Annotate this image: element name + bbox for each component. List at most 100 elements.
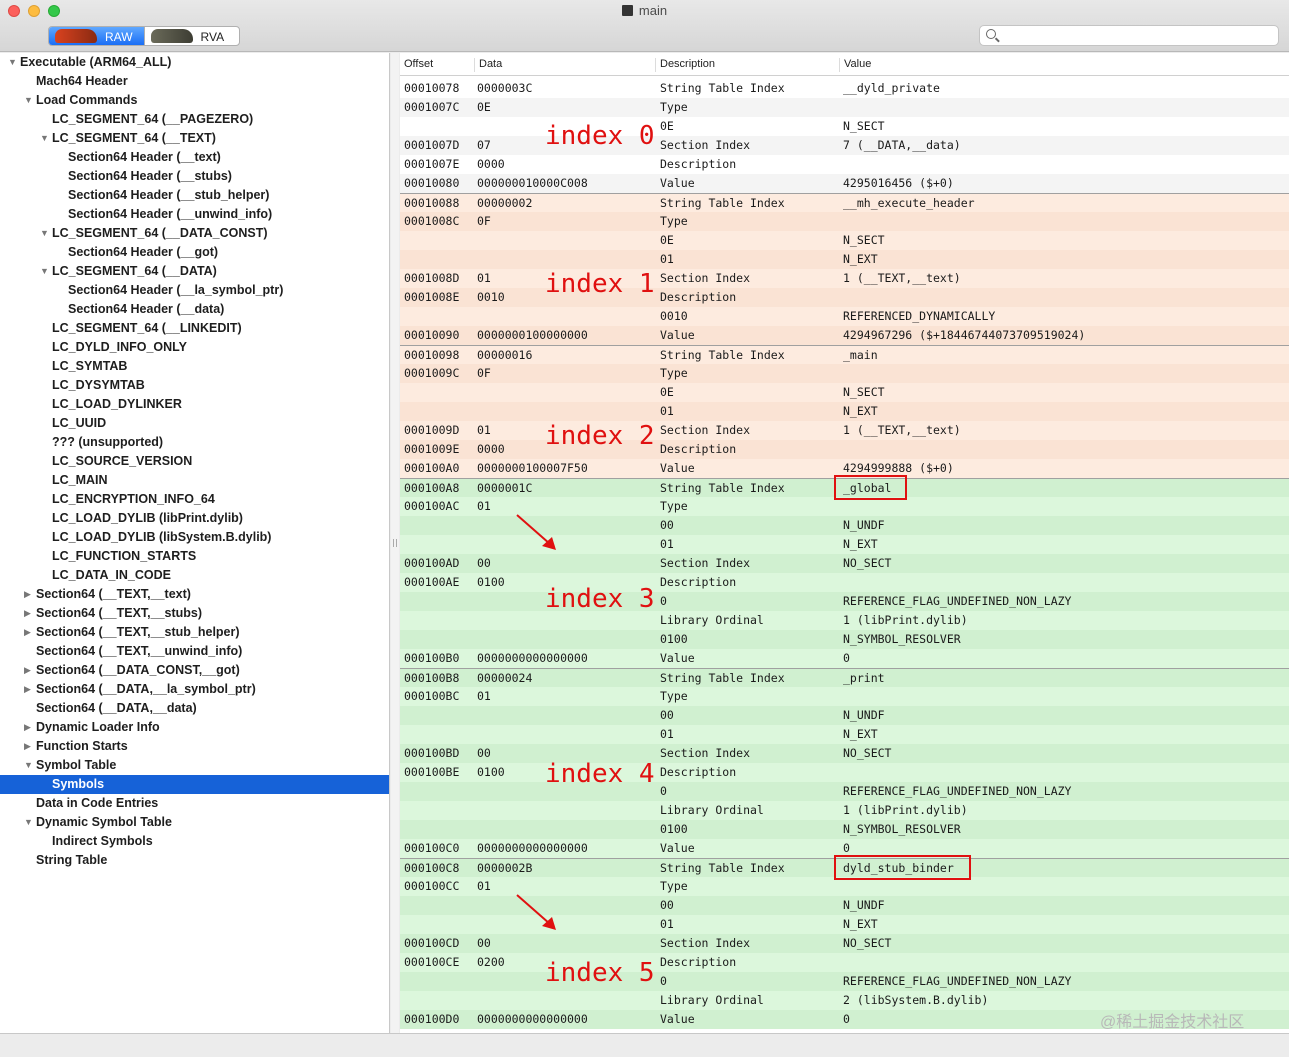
sidebar-item[interactable]: ▶ Section64 (__TEXT,__stubs) xyxy=(0,604,389,623)
sidebar-item[interactable]: Data in Code Entries xyxy=(0,794,389,813)
sidebar-item[interactable]: ▼ Executable (ARM64_ALL) xyxy=(0,53,389,72)
disclosure-closed-icon[interactable]: ▶ xyxy=(24,718,34,737)
sidebar-item[interactable]: ▼ Dynamic Symbol Table xyxy=(0,813,389,832)
disclosure-closed-icon[interactable]: ▶ xyxy=(24,661,34,680)
disclosure-open-icon[interactable]: ▼ xyxy=(40,224,50,243)
table-row[interactable]: 00010078 0000003C String Table Index __dyld… xyxy=(400,79,1289,98)
table-row[interactable]: 0100 N_SYMBOL_RESOLVER xyxy=(400,630,1289,649)
sidebar-item[interactable]: ▶ Section64 (__DATA,__la_symbol_ptr) xyxy=(0,680,389,699)
sidebar-item[interactable]: Section64 Header (__stubs) xyxy=(0,167,389,186)
table-row[interactable]: 01 N_EXT xyxy=(400,725,1289,744)
sidebar-item[interactable]: ▼ LC_SEGMENT_64 (__DATA_CONST) xyxy=(0,224,389,243)
table-row[interactable]: 0001009D 01 Section Index 1 (__TEXT,__text) xyxy=(400,421,1289,440)
table-row[interactable]: Library Ordinal 1 (libPrint.dylib) xyxy=(400,611,1289,630)
table-row[interactable]: 0001008D 01 Section Index 1 (__TEXT,__text) xyxy=(400,269,1289,288)
sidebar-item[interactable]: Mach64 Header xyxy=(0,72,389,91)
sidebar-item[interactable]: LC_LOAD_DYLIB (libSystem.B.dylib) xyxy=(0,528,389,547)
table-row[interactable]: 0 REFERENCE_FLAG_UNDEFINED_NON_LAZY xyxy=(400,592,1289,611)
sidebar-item[interactable]: Symbols xyxy=(0,775,389,794)
table-row[interactable]: 0 REFERENCE_FLAG_UNDEFINED_NON_LAZY xyxy=(400,782,1289,801)
search-field[interactable] xyxy=(979,25,1279,46)
table-row[interactable]: 000100B0 0000000000000000 Value 0 xyxy=(400,649,1289,668)
disclosure-open-icon[interactable]: ▼ xyxy=(24,91,34,110)
table-row[interactable]: 0 REFERENCE_FLAG_UNDEFINED_NON_LAZY xyxy=(400,972,1289,991)
table-row[interactable]: 0E N_SECT xyxy=(400,231,1289,250)
sidebar-item[interactable]: LC_LOAD_DYLINKER xyxy=(0,395,389,414)
table-row[interactable]: 000100CD 00 Section Index NO_SECT xyxy=(400,934,1289,953)
sidebar-item[interactable]: LC_SYMTAB xyxy=(0,357,389,376)
sidebar-item[interactable]: ▼ Load Commands xyxy=(0,91,389,110)
sidebar-item[interactable]: LC_SOURCE_VERSION xyxy=(0,452,389,471)
table-row[interactable]: Library Ordinal 1 (libPrint.dylib) xyxy=(400,801,1289,820)
sidebar-item[interactable]: Section64 Header (__got) xyxy=(0,243,389,262)
table-row[interactable]: 0001009C 0F Type xyxy=(400,364,1289,383)
sidebar-item[interactable]: LC_LOAD_DYLIB (libPrint.dylib) xyxy=(0,509,389,528)
sidebar-item[interactable]: ▶ Section64 (__TEXT,__stub_helper) xyxy=(0,623,389,642)
column-header-value[interactable]: Value xyxy=(839,58,871,72)
sidebar-outline[interactable]: ▼ Executable (ARM64_ALL) Mach64 Header ▼ Loa… xyxy=(0,53,390,1033)
disclosure-open-icon[interactable]: ▼ xyxy=(24,756,34,775)
table-row[interactable]: 00010090 0000000100000000 Value 4294967296 … xyxy=(400,326,1289,345)
sidebar-item[interactable]: Section64 Header (__data) xyxy=(0,300,389,319)
disclosure-closed-icon[interactable]: ▶ xyxy=(24,604,34,623)
sidebar-item[interactable]: LC_FUNCTION_STARTS xyxy=(0,547,389,566)
disclosure-open-icon[interactable]: ▼ xyxy=(8,53,18,72)
sidebar-item[interactable]: LC_SEGMENT_64 (__PAGEZERO) xyxy=(0,110,389,129)
table-row[interactable]: 01 N_EXT xyxy=(400,250,1289,269)
table-row[interactable]: 0001007C 0E Type xyxy=(400,98,1289,117)
table-row[interactable]: 000100CE 0200 Description xyxy=(400,953,1289,972)
table-row[interactable]: 0001007D 07 Section Index 7 (__DATA,__data) xyxy=(400,136,1289,155)
table-row[interactable]: 0001008C 0F Type xyxy=(400,212,1289,231)
sidebar-item[interactable]: Section64 (__TEXT,__unwind_info) xyxy=(0,642,389,661)
table-row[interactable]: 0E N_SECT xyxy=(400,383,1289,402)
sidebar-item[interactable]: ▶ Dynamic Loader Info xyxy=(0,718,389,737)
raw-mode-button[interactable]: RAW xyxy=(49,27,144,45)
sidebar-item[interactable]: Indirect Symbols xyxy=(0,832,389,851)
sidebar-item[interactable]: ▼ LC_SEGMENT_64 (__DATA) xyxy=(0,262,389,281)
sidebar-item[interactable]: LC_UUID xyxy=(0,414,389,433)
disclosure-closed-icon[interactable]: ▶ xyxy=(24,737,34,756)
sidebar-item[interactable]: Section64 Header (__stub_helper) xyxy=(0,186,389,205)
sidebar-item[interactable]: ▼ LC_SEGMENT_64 (__TEXT) xyxy=(0,129,389,148)
disclosure-open-icon[interactable]: ▼ xyxy=(40,262,50,281)
disclosure-closed-icon[interactable]: ▶ xyxy=(24,680,34,699)
sidebar-item[interactable]: ▶ Section64 (__TEXT,__text) xyxy=(0,585,389,604)
sidebar-item[interactable]: Section64 Header (__la_symbol_ptr) xyxy=(0,281,389,300)
table-row[interactable]: 0001009E 0000 Description xyxy=(400,440,1289,459)
table-row[interactable]: 000100BC 01 Type xyxy=(400,687,1289,706)
disclosure-closed-icon[interactable]: ▶ xyxy=(24,623,34,642)
symbol-table-view[interactable]: Offset Data Description Value 00010078 00… xyxy=(400,53,1289,1033)
sidebar-item[interactable]: ??? (unsupported) xyxy=(0,433,389,452)
sidebar-item[interactable]: ▶ Section64 (__DATA_CONST,__got) xyxy=(0,661,389,680)
table-row[interactable]: 000100B8 00000024 String Table Index _print xyxy=(400,668,1289,687)
table-row[interactable]: 0100 N_SYMBOL_RESOLVER xyxy=(400,820,1289,839)
sidebar-item[interactable]: Section64 Header (__unwind_info) xyxy=(0,205,389,224)
disclosure-open-icon[interactable]: ▼ xyxy=(24,813,34,832)
table-row[interactable]: 000100AD 00 Section Index NO_SECT xyxy=(400,554,1289,573)
table-row[interactable]: 0010 REFERENCED_DYNAMICALLY xyxy=(400,307,1289,326)
column-header-description[interactable]: Description xyxy=(655,58,715,72)
disclosure-open-icon[interactable]: ▼ xyxy=(40,129,50,148)
sidebar-item[interactable]: LC_DYSYMTAB xyxy=(0,376,389,395)
table-row[interactable]: 00010098 00000016 String Table Index _main xyxy=(400,345,1289,364)
sidebar-item[interactable]: LC_DATA_IN_CODE xyxy=(0,566,389,585)
sidebar-item[interactable]: Section64 (__DATA,__data) xyxy=(0,699,389,718)
sidebar-item[interactable]: String Table xyxy=(0,851,389,870)
table-row[interactable]: 000100BE 0100 Description xyxy=(400,763,1289,782)
search-input[interactable] xyxy=(1002,27,1272,44)
table-row[interactable]: 000100AE 0100 Description xyxy=(400,573,1289,592)
rva-mode-button[interactable]: RVA xyxy=(143,27,240,45)
sidebar-item[interactable]: ▶ Function Starts xyxy=(0,737,389,756)
sidebar-item[interactable]: LC_MAIN xyxy=(0,471,389,490)
sidebar-item[interactable]: LC_SEGMENT_64 (__LINKEDIT) xyxy=(0,319,389,338)
disclosure-closed-icon[interactable]: ▶ xyxy=(24,585,34,604)
split-view-divider[interactable] xyxy=(391,53,399,1033)
table-row[interactable]: 01 N_EXT xyxy=(400,402,1289,421)
sidebar-item[interactable]: Section64 Header (__text) xyxy=(0,148,389,167)
table-row[interactable]: 000100BD 00 Section Index NO_SECT xyxy=(400,744,1289,763)
table-row[interactable]: 00010088 00000002 String Table Index __mh_e… xyxy=(400,193,1289,212)
table-row[interactable]: 0E N_SECT xyxy=(400,117,1289,136)
sidebar-item[interactable]: ▼ Symbol Table xyxy=(0,756,389,775)
table-row[interactable]: 0001008E 0010 Description xyxy=(400,288,1289,307)
column-header-data[interactable]: Data xyxy=(474,58,502,72)
